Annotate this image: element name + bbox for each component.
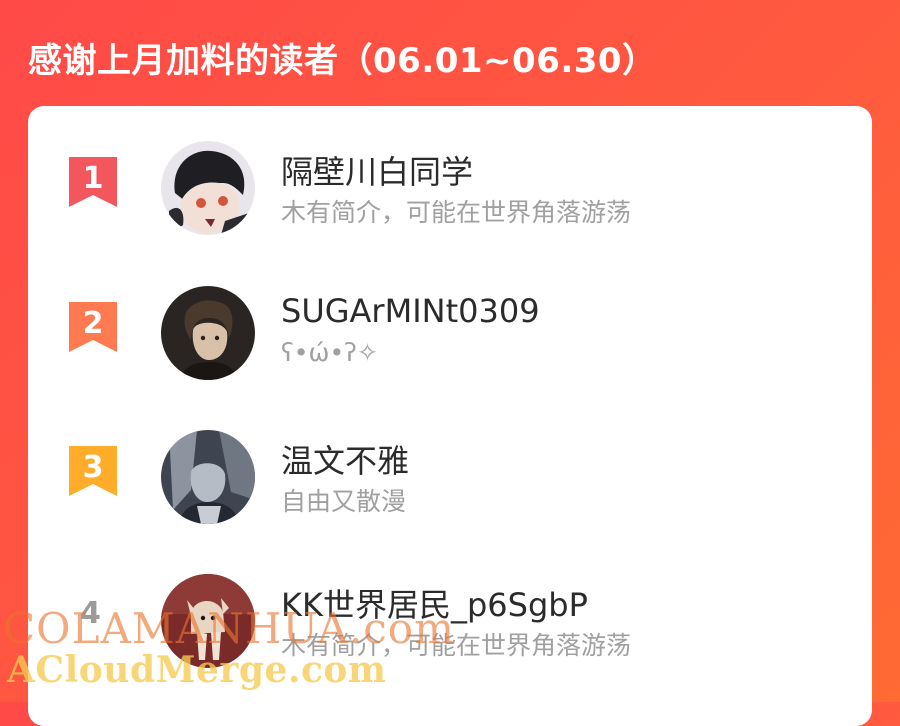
page-title: 感谢上月加料的读者（06.01~06.30） xyxy=(28,41,657,81)
avatar[interactable] xyxy=(161,141,255,235)
reader-name[interactable]: SUGArMINt0309 xyxy=(281,292,540,330)
reader-name[interactable]: 温文不雅 xyxy=(281,436,409,482)
reader-bio: 木有简介，可能在世界角落游荡 xyxy=(281,631,632,660)
reader-row-4[interactable]: 4 KK世界居民_p6SgbP 木有简介，可能在世界角落游荡 xyxy=(28,568,872,688)
reader-bio: 木有简介，可能在世界角落游荡 xyxy=(281,198,632,227)
avatar[interactable] xyxy=(161,286,255,380)
rank-number-plain: 4 xyxy=(80,596,101,631)
rank-badge-3: 3 xyxy=(69,446,117,496)
rank-number: 1 xyxy=(82,161,104,196)
avatar[interactable] xyxy=(161,574,255,668)
rank-number: 2 xyxy=(82,306,104,341)
reader-bio: ʕ•ώ•ʔ✧ xyxy=(281,338,378,367)
reader-row-2[interactable]: 2 SUGArMINt0309 ʕ•ώ•ʔ✧ xyxy=(28,280,872,400)
rank-badge-1: 1 xyxy=(69,157,117,207)
reader-row-1[interactable]: 1 隔壁川白同学 木有简介，可能在世界角落游荡 xyxy=(28,135,872,255)
readers-card: 1 隔壁川白同学 木有简介，可能在世界角落游荡 2 SUGArMINt0309 … xyxy=(28,106,872,726)
rank-badge-2: 2 xyxy=(69,302,117,352)
rank-number: 3 xyxy=(82,450,104,485)
avatar[interactable] xyxy=(161,430,255,524)
reader-bio: 自由又散漫 xyxy=(281,487,407,516)
reader-row-3[interactable]: 3 温文不雅 自由又散漫 xyxy=(28,424,872,544)
reader-name[interactable]: 隔壁川白同学 xyxy=(281,147,473,193)
reader-name[interactable]: KK世界居民_p6SgbP xyxy=(281,580,588,626)
